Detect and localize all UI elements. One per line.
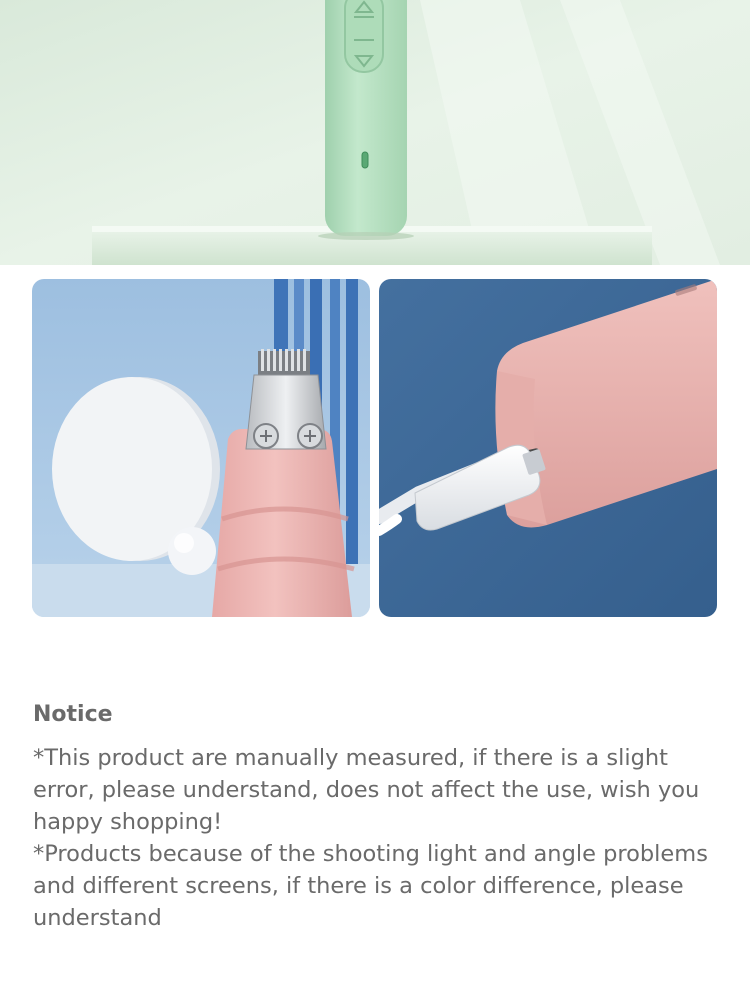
notice-section: Notice *This product are manually measur…: [33, 700, 723, 934]
notice-line-color-difference: *Products because of the shooting light …: [33, 841, 708, 931]
product-detail-page: Notice *This product are manually measur…: [0, 0, 750, 1000]
gallery-image-blade[interactable]: [32, 279, 370, 617]
charging-illustration: [379, 279, 717, 617]
notice-title: Notice: [33, 702, 113, 727]
hero-product-image: [0, 0, 750, 265]
gallery-image-charging[interactable]: [379, 279, 717, 617]
blade-illustration: [32, 279, 370, 617]
hero-illustration: [0, 0, 750, 265]
notice-line-measurement: *This product are manually measured, if …: [33, 745, 700, 835]
